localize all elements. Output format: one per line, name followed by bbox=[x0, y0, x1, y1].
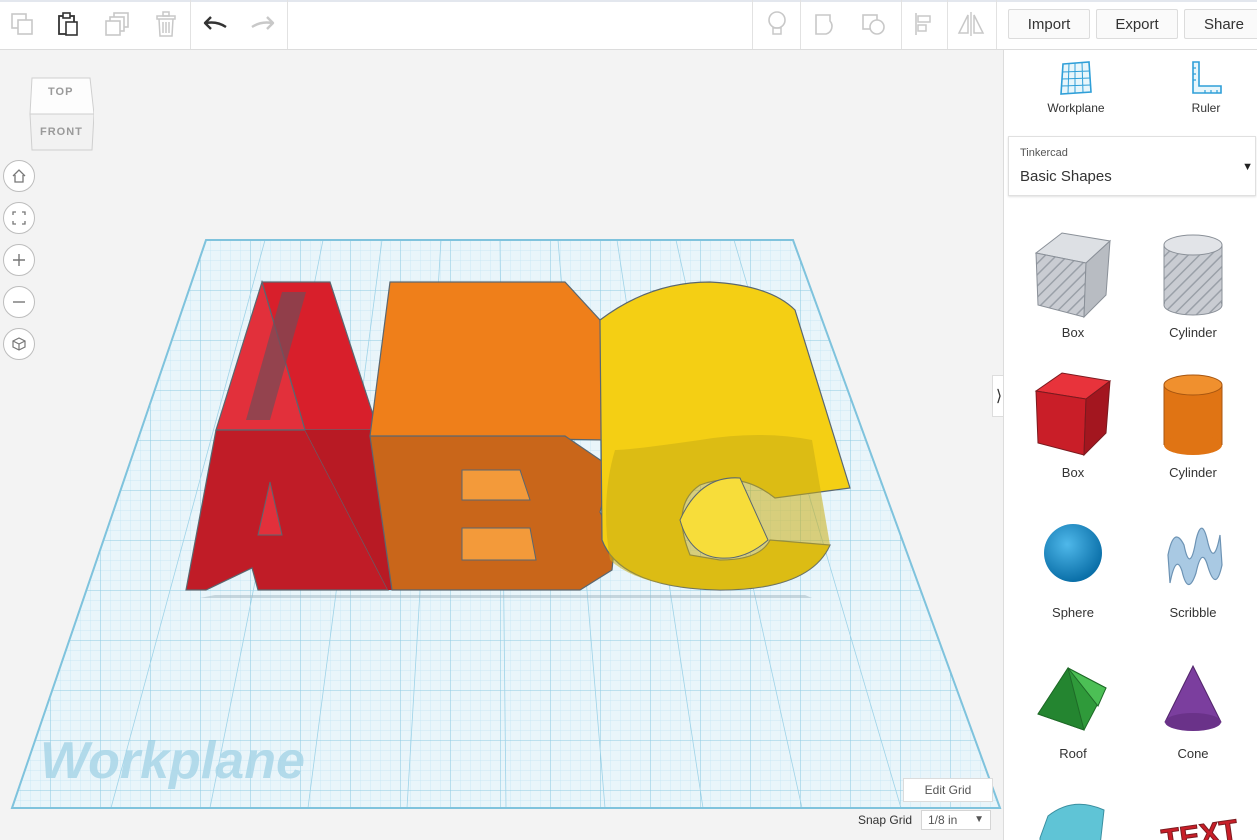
toolbar-separator bbox=[947, 0, 948, 49]
text-shape-icon: TEXT bbox=[1159, 813, 1241, 840]
shape-cone[interactable]: Cone bbox=[1138, 646, 1248, 776]
undo-icon[interactable] bbox=[196, 4, 236, 44]
svg-text:TEXT: TEXT bbox=[1159, 814, 1240, 840]
letter-b-shape bbox=[369, 281, 616, 591]
top-accent-line bbox=[0, 0, 1257, 2]
import-button[interactable]: Import bbox=[1008, 9, 1090, 39]
shape-label: Box bbox=[1061, 465, 1085, 480]
toolbar-separator bbox=[901, 0, 902, 49]
shape-label: Cylinder bbox=[1169, 465, 1217, 480]
box-hole-icon bbox=[1034, 232, 1112, 319]
library-provider: Tinkercad bbox=[1020, 147, 1068, 159]
zoom-in-button[interactable] bbox=[3, 244, 35, 276]
redo-icon[interactable] bbox=[242, 4, 282, 44]
chevron-down-icon: ▼ bbox=[974, 814, 984, 825]
shape-label: Cylinder bbox=[1169, 325, 1217, 340]
view-cube-front-label: FRONT bbox=[40, 126, 83, 138]
edit-grid-button[interactable]: Edit Grid bbox=[903, 778, 993, 802]
mirror-icon[interactable] bbox=[951, 4, 991, 44]
cone-icon bbox=[1164, 664, 1222, 731]
view-cube[interactable]: TOP FRONT bbox=[28, 76, 95, 152]
shape-cylinder-hole[interactable]: Cylinder bbox=[1138, 225, 1248, 355]
paste-icon[interactable] bbox=[48, 4, 88, 44]
ruler-icon bbox=[1192, 61, 1222, 94]
shape-text-partial[interactable]: TEXT bbox=[1138, 786, 1248, 840]
snap-grid-value: 1/8 in bbox=[928, 813, 958, 827]
workplane-icon bbox=[1060, 61, 1092, 95]
cylinder-hole-icon bbox=[1163, 234, 1223, 316]
align-icon[interactable] bbox=[904, 4, 944, 44]
snap-grid-select[interactable]: 1/8 in ▼ bbox=[921, 810, 991, 830]
group-icon[interactable] bbox=[854, 4, 894, 44]
shape-library-select[interactable]: Tinkercad Basic Shapes ▼ bbox=[1008, 136, 1256, 196]
shape-roof[interactable]: Roof bbox=[1018, 646, 1128, 776]
toolbar-separator bbox=[752, 0, 753, 49]
roof-icon bbox=[1037, 666, 1107, 731]
scribble-icon bbox=[1167, 527, 1223, 586]
cube-icon bbox=[12, 337, 26, 351]
home-icon bbox=[12, 169, 26, 183]
top-toolbar: Import Export Share bbox=[0, 0, 1257, 50]
chevron-right-icon: ⟩ bbox=[995, 388, 1003, 405]
toolbar-separator bbox=[190, 0, 191, 49]
workplane-button[interactable]: Workplane bbox=[1031, 60, 1121, 115]
workplane-scene[interactable]: Workplane bbox=[0, 50, 1002, 840]
shape-sphere[interactable]: Sphere bbox=[1018, 505, 1128, 635]
workplane-label: Workplane bbox=[1047, 101, 1105, 115]
perspective-button[interactable] bbox=[3, 328, 35, 360]
3d-viewport[interactable]: Workplane TOP FRONT Edit Grid Snap Grid … bbox=[0, 50, 1002, 840]
tube-icon bbox=[1039, 803, 1105, 840]
shape-box[interactable]: Box bbox=[1018, 365, 1128, 495]
view-cube-top-label: TOP bbox=[48, 86, 74, 98]
toolbar-separator bbox=[996, 0, 997, 49]
copy-icon[interactable] bbox=[2, 4, 42, 44]
share-button[interactable]: Share bbox=[1184, 9, 1257, 39]
toolbar-separator bbox=[287, 0, 288, 49]
home-view-button[interactable] bbox=[3, 160, 35, 192]
toolbar-separator bbox=[800, 0, 801, 49]
sphere-icon bbox=[1044, 524, 1102, 582]
export-button[interactable]: Export bbox=[1096, 9, 1178, 39]
shape-cylinder[interactable]: Cylinder bbox=[1138, 365, 1248, 495]
shape-label: Box bbox=[1061, 325, 1085, 340]
library-name: Basic Shapes bbox=[1020, 168, 1112, 185]
ruler-button[interactable]: Ruler bbox=[1161, 60, 1251, 115]
snap-grid-label: Snap Grid bbox=[858, 813, 913, 827]
shapes-panel: Workplane Ruler Tinkercad Basic Shapes ▼… bbox=[1003, 50, 1257, 840]
shape-scribble[interactable]: Scribble bbox=[1138, 505, 1248, 635]
delete-icon[interactable] bbox=[146, 4, 186, 44]
shape-icon[interactable] bbox=[806, 4, 846, 44]
box-icon bbox=[1034, 372, 1112, 457]
shape-label: Scribble bbox=[1169, 605, 1217, 620]
fit-view-button[interactable] bbox=[3, 202, 35, 234]
shape-tube-partial[interactable] bbox=[1018, 786, 1128, 840]
zoom-out-button[interactable] bbox=[3, 286, 35, 318]
note-icon[interactable] bbox=[757, 4, 797, 44]
shape-label: Sphere bbox=[1052, 605, 1094, 620]
chevron-down-icon: ▼ bbox=[1242, 161, 1253, 173]
cylinder-icon bbox=[1163, 374, 1223, 455]
plus-icon bbox=[13, 254, 25, 266]
shape-label: Cone bbox=[1177, 746, 1209, 761]
shape-box-hole[interactable]: Box bbox=[1018, 225, 1128, 355]
duplicate-icon[interactable] bbox=[98, 4, 138, 44]
ruler-label: Ruler bbox=[1191, 101, 1221, 115]
fit-icon bbox=[12, 211, 26, 225]
minus-icon bbox=[13, 301, 25, 303]
workplane-watermark: Workplane bbox=[40, 732, 305, 790]
shape-label: Roof bbox=[1059, 746, 1087, 761]
